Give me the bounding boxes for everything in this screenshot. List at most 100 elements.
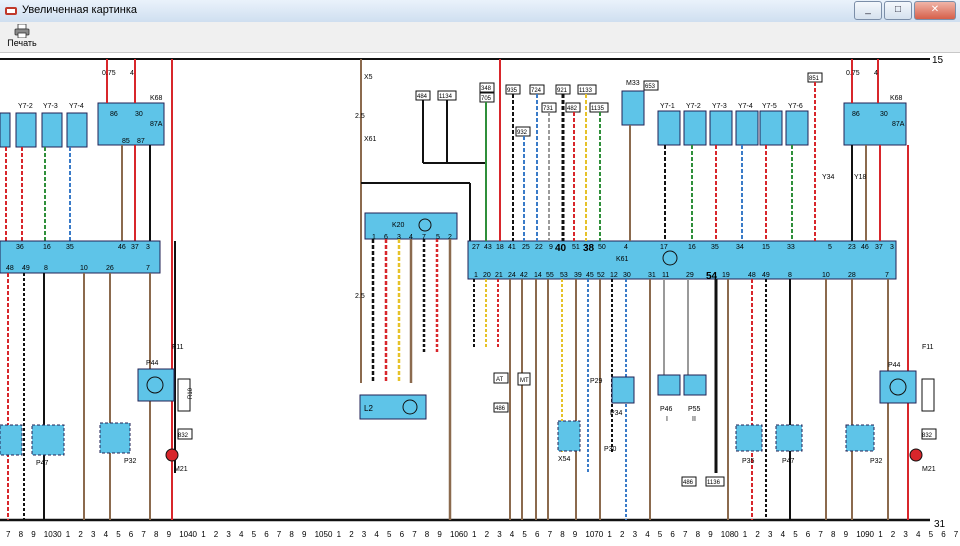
ruler-mark: 6 — [941, 530, 946, 539]
svg-text:4: 4 — [624, 244, 628, 251]
svg-text:484: 484 — [417, 94, 428, 100]
wiring-diagram-svg: 15 31 K68 86 30 87A 85 87 0.75 4 Y7-2 Y7-3 Y7… — [0, 55, 959, 539]
component-p44-right — [879, 370, 917, 404]
svg-text:15: 15 — [762, 244, 770, 251]
svg-text:P34: P34 — [610, 410, 623, 417]
svg-text:P29: P29 — [590, 378, 603, 385]
svg-text:46: 46 — [861, 244, 869, 251]
svg-text:L2: L2 — [364, 404, 373, 413]
svg-text:28: 28 — [848, 272, 856, 279]
ruler-mark: 6 — [129, 530, 134, 539]
minimize-button[interactable]: _ — [854, 1, 882, 20]
svg-text:P35: P35 — [742, 458, 755, 465]
svg-text:P47: P47 — [782, 458, 795, 465]
ruler-mark: 2 — [349, 530, 354, 539]
ruler-mark: 1 — [607, 530, 612, 539]
ruler-mark: 2 — [78, 530, 83, 539]
component-p55 — [683, 374, 707, 396]
ruler-mark: 1040 — [179, 530, 197, 539]
svg-text:X54: X54 — [558, 456, 571, 463]
ruler-mark: 9 — [573, 530, 578, 539]
ruler-mark: 7 — [277, 530, 282, 539]
svg-text:12: 12 — [610, 272, 618, 279]
svg-text:0.75: 0.75 — [846, 70, 860, 77]
svg-text:8: 8 — [44, 265, 48, 272]
ruler-mark: 6 — [806, 530, 811, 539]
svg-text:Y18: Y18 — [854, 174, 867, 181]
ruler-mark: 1 — [743, 530, 748, 539]
svg-text:37: 37 — [131, 244, 139, 251]
svg-text:26: 26 — [106, 265, 114, 272]
svg-text:40: 40 — [555, 243, 567, 254]
svg-text:K20: K20 — [392, 222, 405, 229]
ruler-mark: 2 — [755, 530, 760, 539]
svg-text:731: 731 — [543, 106, 554, 112]
svg-text:P32: P32 — [870, 458, 883, 465]
svg-text:35: 35 — [66, 244, 74, 251]
svg-text:16: 16 — [43, 244, 51, 251]
svg-text:P32: P32 — [124, 458, 137, 465]
svg-text:36: 36 — [16, 244, 24, 251]
ruler-mark: 5 — [929, 530, 934, 539]
printer-icon — [14, 24, 30, 38]
print-button[interactable]: Печать — [6, 23, 38, 51]
ruler-mark: 9 — [302, 530, 307, 539]
ruler-mark: 4 — [104, 530, 109, 539]
svg-text:Y7-4: Y7-4 — [69, 103, 84, 110]
ruler-mark: 7 — [6, 530, 11, 539]
ruler-mark: 8 — [831, 530, 836, 539]
svg-text:37: 37 — [875, 244, 883, 251]
svg-text:832: 832 — [178, 433, 189, 439]
svg-text:Y7-4: Y7-4 — [738, 103, 753, 110]
wiring-diagram: 15 31 K68 86 30 87A 85 87 0.75 4 Y7-2 Y7-3 Y7… — [0, 53, 960, 541]
ruler-mark: 2 — [485, 530, 490, 539]
svg-text:48: 48 — [748, 272, 756, 279]
svg-text:935: 935 — [507, 88, 518, 94]
ruler-mark: 5 — [387, 530, 392, 539]
ruler-mark: 6 — [264, 530, 269, 539]
ruler-mark: 1 — [66, 530, 71, 539]
ruler-mark: 6 — [400, 530, 405, 539]
svg-text:7: 7 — [885, 272, 889, 279]
svg-text:1133: 1133 — [579, 88, 593, 94]
svg-text:87A: 87A — [150, 121, 163, 128]
svg-text:I: I — [666, 416, 668, 423]
ruler-mark: 3 — [362, 530, 367, 539]
svg-text:25: 25 — [522, 244, 530, 251]
component-x54 — [557, 420, 581, 452]
ruler-mark: 3 — [226, 530, 231, 539]
svg-text:1136: 1136 — [707, 480, 721, 486]
ruler-mark: 2 — [891, 530, 896, 539]
svg-text:29: 29 — [686, 272, 694, 279]
svg-text:19: 19 — [722, 272, 730, 279]
ruler-mark: 1080 — [721, 530, 739, 539]
svg-text:30: 30 — [623, 272, 631, 279]
ruler-mark: 9 — [31, 530, 36, 539]
ruler-mark: 3 — [497, 530, 502, 539]
ruler-mark: 7 — [683, 530, 688, 539]
svg-text:23: 23 — [848, 244, 856, 251]
ruler-mark: 4 — [239, 530, 244, 539]
ruler-mark: 5 — [116, 530, 121, 539]
svg-text:27: 27 — [472, 244, 480, 251]
svg-text:53: 53 — [560, 272, 568, 279]
ruler-mark: 7 — [818, 530, 823, 539]
component-p35-right — [735, 424, 763, 452]
svg-text:921: 921 — [557, 88, 568, 94]
component-p47-left — [31, 424, 65, 456]
component-p34 — [611, 376, 635, 404]
close-button[interactable]: ✕ — [914, 1, 956, 20]
ruler-mark: 4 — [374, 530, 379, 539]
ruler-mark: 7 — [412, 530, 417, 539]
svg-text:85: 85 — [122, 138, 130, 145]
ruler-mark: 7 — [141, 530, 146, 539]
ruler-mark: 6 — [670, 530, 675, 539]
window-title: Увеличенная картинка — [22, 4, 138, 16]
maximize-button[interactable]: □ — [884, 1, 912, 20]
ruler-mark: 9 — [708, 530, 713, 539]
svg-text:51: 51 — [572, 244, 580, 251]
motor-m21-right — [909, 448, 923, 462]
svg-text:34: 34 — [736, 244, 744, 251]
ruler-mark: 8 — [289, 530, 294, 539]
ruler-mark: 1 — [337, 530, 342, 539]
